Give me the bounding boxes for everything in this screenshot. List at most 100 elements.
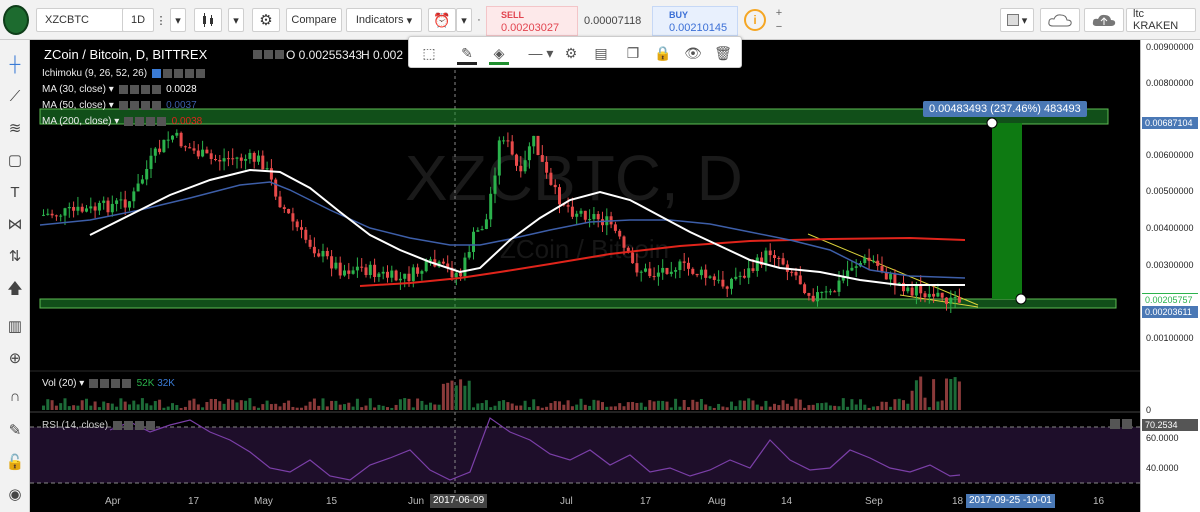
text-icon[interactable]: T xyxy=(4,182,26,204)
candle-body xyxy=(906,287,910,292)
measure-rect[interactable] xyxy=(992,123,1022,299)
lock-icon[interactable]: 🔓 xyxy=(4,452,26,474)
volume-bar xyxy=(269,404,273,410)
volume-bar xyxy=(725,407,729,410)
volume-bar xyxy=(106,403,110,410)
legend-ichimoku[interactable]: Ichimoku (9, 26, 52, 26) xyxy=(42,68,205,79)
magnet-icon[interactable]: ∩ xyxy=(4,386,26,408)
prediction-icon[interactable]: ⇅ xyxy=(4,246,26,268)
candle-body xyxy=(330,256,334,269)
volume-bar xyxy=(824,402,828,410)
compare-button[interactable]: Compare xyxy=(286,8,342,32)
candle-body xyxy=(291,213,295,222)
interval-button[interactable]: 1D xyxy=(122,8,154,32)
buy-price: 0.00210145 xyxy=(669,22,728,34)
candle-body xyxy=(123,199,127,208)
candle-body xyxy=(644,268,647,272)
candle-body xyxy=(171,135,174,140)
interval-dropdown-icon[interactable]: ▾ xyxy=(170,8,186,32)
quantity-stepper[interactable]: + − xyxy=(772,6,786,34)
compare-label: Compare xyxy=(291,14,337,26)
visual-order-icon[interactable]: ▤ xyxy=(591,43,611,63)
candle-type-icon[interactable] xyxy=(194,8,222,32)
zoom-icon[interactable]: ⊕ xyxy=(4,348,26,370)
select-area-icon[interactable]: ⬚ xyxy=(419,43,439,63)
volume-bar xyxy=(145,403,149,410)
eye-icon[interactable]: ◉ xyxy=(4,484,26,506)
rectangle-icon[interactable]: ▢ xyxy=(4,150,26,172)
legend-ma30[interactable]: MA (30, close) ▾ 0.0028 xyxy=(42,84,197,95)
measure-icon[interactable]: ▥ xyxy=(4,316,26,338)
legend-volume[interactable]: Vol (20) ▾ 52K 32K xyxy=(42,378,175,389)
legend-ma50[interactable]: MA (50, close) ▾ 0.0037 xyxy=(42,100,197,111)
broker-button[interactable]: ltc KRAKEN xyxy=(1126,8,1196,32)
info-icon[interactable]: i xyxy=(744,9,766,31)
volume-bar xyxy=(773,403,776,410)
measure-handle-top[interactable] xyxy=(986,117,998,129)
alarm-clock-icon[interactable]: ⏰ xyxy=(428,8,456,32)
pattern-icon[interactable]: ⋈ xyxy=(4,214,26,236)
volume-bar xyxy=(506,402,510,410)
arrow-up-icon[interactable]: 🡅 xyxy=(4,278,26,300)
legend-rsi[interactable]: RSI (14, close) xyxy=(42,420,155,431)
alert-dropdown-icon[interactable]: ▾ xyxy=(456,8,472,32)
measure-handle-bottom[interactable] xyxy=(1015,293,1027,305)
chart-type-dropdown-icon[interactable]: ▾ xyxy=(228,8,244,32)
ytick-5: 0.00300000 xyxy=(1146,260,1194,270)
volume-bar xyxy=(884,401,888,410)
candle-body xyxy=(764,250,768,265)
candle-body xyxy=(734,276,738,279)
candle-body xyxy=(738,275,742,277)
volume-bar xyxy=(136,404,140,410)
candle-body xyxy=(347,270,351,274)
settings-icon[interactable]: ⚙ xyxy=(561,43,581,63)
lock-draw-icon[interactable]: ✎ xyxy=(4,420,26,442)
candle-body xyxy=(631,252,635,264)
volume-bar xyxy=(433,404,437,410)
candle-body xyxy=(205,149,209,154)
crosshair-icon[interactable]: ┼ xyxy=(4,54,26,76)
xlabel-7: Aug xyxy=(708,496,726,507)
legend-icons-title[interactable] xyxy=(251,48,284,60)
rsi-scale-icon[interactable] xyxy=(1110,419,1120,429)
more-menu-icon[interactable]: ⋮ xyxy=(154,8,168,32)
candle-body xyxy=(54,215,58,217)
line-style-icon[interactable]: — ▾ xyxy=(521,43,561,63)
cloud-icon[interactable] xyxy=(1040,8,1080,32)
volume-bar xyxy=(781,400,785,410)
indicators-button[interactable]: Indicators ▾ xyxy=(346,8,422,32)
wedge-upper-line[interactable] xyxy=(807,233,979,306)
sell-button[interactable]: SELL 0.00203027 xyxy=(486,6,578,36)
color-square-button[interactable]: ▾ xyxy=(1000,8,1034,32)
candle-body xyxy=(454,272,458,278)
volume-bar xyxy=(816,403,819,410)
candle-body xyxy=(622,236,626,248)
fill-icon[interactable]: ◈ xyxy=(489,43,509,63)
settings-icon[interactable]: ⚙ xyxy=(252,8,280,32)
volume-bar xyxy=(953,377,957,410)
candle-body xyxy=(613,224,617,231)
candle-body xyxy=(287,208,291,214)
legend-ma200[interactable]: MA (200, close) ▾ 0.0038 xyxy=(42,116,202,127)
volume-bar xyxy=(171,403,174,410)
trend-line-icon[interactable]: ⟋ xyxy=(4,86,26,108)
lock-icon[interactable]: 🔒 xyxy=(653,43,673,63)
volume-bar xyxy=(282,402,286,410)
candle-body xyxy=(59,215,63,217)
volume-bar xyxy=(287,400,291,410)
lightbulb-icon[interactable]: · xyxy=(474,8,484,32)
rsi-settings-icon[interactable] xyxy=(1122,419,1132,429)
pencil-icon[interactable]: ✎ xyxy=(457,43,477,63)
candle-body xyxy=(742,275,746,278)
fib-icon[interactable]: ≋ xyxy=(4,118,26,140)
trash-icon[interactable]: 🗑 xyxy=(713,43,733,63)
eye-icon[interactable]: 👁 xyxy=(683,43,703,63)
volume-bar xyxy=(416,398,420,410)
volume-bar xyxy=(936,401,940,410)
cloud-upload-icon[interactable] xyxy=(1084,8,1124,32)
volume-bar xyxy=(553,401,557,410)
buy-button[interactable]: BUY 0.00210145 xyxy=(652,6,738,36)
clone-icon[interactable]: ❐ xyxy=(623,43,643,63)
vol-value-1: 52K xyxy=(136,378,155,389)
candle-body xyxy=(540,155,544,162)
